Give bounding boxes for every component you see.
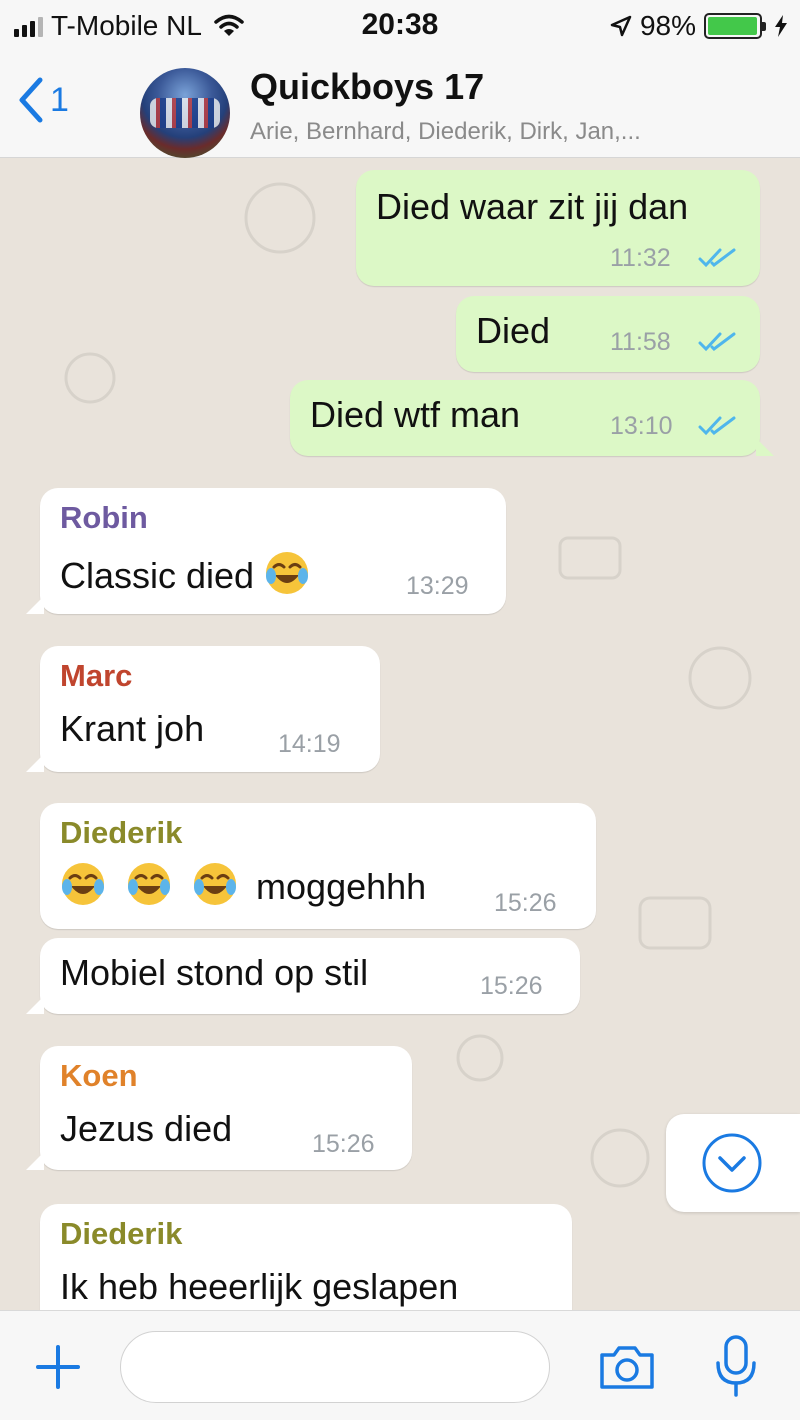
message-time: 11:32 bbox=[610, 244, 671, 272]
battery-level bbox=[708, 17, 757, 35]
message-bubble-incoming[interactable]: Diederik moggehhh 15:26 bbox=[40, 803, 596, 929]
scroll-down-chevron-icon bbox=[702, 1133, 762, 1193]
message-time: 15:26 bbox=[480, 972, 543, 1000]
emoji-tears-of-joy-icon bbox=[266, 552, 309, 594]
message-time: 11:58 bbox=[610, 328, 671, 356]
scroll-to-bottom-button[interactable] bbox=[666, 1114, 800, 1212]
status-bar: T-Mobile NL 20:38 98% bbox=[0, 0, 800, 52]
location-arrow-icon bbox=[610, 15, 632, 37]
message-bubble-outgoing[interactable]: Died wtf man 13:10 bbox=[290, 380, 774, 456]
double-check-icon bbox=[698, 332, 736, 352]
back-button[interactable]: 1 bbox=[18, 76, 69, 124]
message-bubble-incoming[interactable]: Diederik Ik heb heeerlijk geslapen bbox=[40, 1204, 572, 1310]
message-text-content: Classic died bbox=[60, 555, 255, 596]
battery-icon bbox=[704, 13, 766, 39]
double-check-icon bbox=[698, 416, 736, 436]
message-sender: Diederik bbox=[60, 1216, 183, 1251]
message-sender: Marc bbox=[60, 658, 133, 693]
plus-icon[interactable] bbox=[34, 1343, 82, 1391]
chat-area: Died waar zit jij dan 11:32 Died 11:58 D… bbox=[0, 158, 800, 1310]
camera-icon[interactable] bbox=[598, 1343, 656, 1391]
battery-percent: 98% bbox=[639, 10, 696, 41]
message-text-content: moggehhh bbox=[256, 866, 427, 907]
group-avatar[interactable] bbox=[140, 68, 230, 158]
charging-icon bbox=[775, 15, 787, 37]
message-text: Died wtf man bbox=[310, 394, 521, 435]
message-text: Died bbox=[476, 310, 551, 351]
message-text: Died waar zit jij dan bbox=[376, 186, 689, 227]
message-text: Jezus died bbox=[60, 1108, 233, 1149]
message-input[interactable] bbox=[120, 1331, 550, 1403]
message-text: moggehhh bbox=[60, 861, 426, 908]
group-title[interactable]: Quickboys 17 bbox=[250, 66, 484, 108]
message-time: 15:26 bbox=[312, 1130, 375, 1158]
microphone-icon[interactable] bbox=[714, 1335, 758, 1399]
emoji-tears-of-joy-icon bbox=[62, 863, 104, 905]
message-time: 13:29 bbox=[406, 572, 469, 600]
message-time: 15:26 bbox=[494, 889, 557, 917]
message-sender: Diederik bbox=[60, 815, 183, 850]
unread-count: 1 bbox=[50, 80, 69, 119]
message-text: Mobiel stond op stil bbox=[60, 952, 369, 993]
group-members[interactable]: Arie, Bernhard, Diederik, Dirk, Jan,... bbox=[250, 118, 641, 146]
double-check-icon bbox=[698, 248, 736, 268]
message-bubble-incoming[interactable]: Marc Krant joh 14:19 bbox=[26, 646, 380, 772]
message-bubble-incoming[interactable]: Koen Jezus died 15:26 bbox=[26, 1046, 412, 1170]
emoji-tears-of-joy-icon bbox=[128, 863, 171, 905]
message-time: 14:19 bbox=[278, 730, 341, 758]
message-text: Krant joh bbox=[60, 708, 205, 749]
message-sender: Koen bbox=[60, 1058, 138, 1093]
message-bubble-outgoing[interactable]: Died 11:58 bbox=[456, 296, 760, 372]
back-chevron-icon bbox=[19, 77, 43, 123]
message-bubble-incoming[interactable]: Mobiel stond op stil 15:26 bbox=[26, 938, 580, 1014]
message-sender: Robin bbox=[60, 500, 148, 535]
chat-header: 1 Quickboys 17 Arie, Bernhard, Diederik,… bbox=[0, 52, 800, 158]
message-text: Ik heb heeerlijk geslapen bbox=[60, 1266, 459, 1307]
message-bubble-outgoing[interactable]: Died waar zit jij dan 11:32 bbox=[356, 170, 760, 286]
message-input-bar bbox=[0, 1310, 800, 1420]
message-bubble-incoming[interactable]: Robin Classic died 13:29 bbox=[26, 488, 506, 614]
emoji-tears-of-joy-icon bbox=[194, 863, 237, 905]
message-time: 13:10 bbox=[610, 412, 673, 440]
message-text: Classic died bbox=[60, 550, 310, 597]
